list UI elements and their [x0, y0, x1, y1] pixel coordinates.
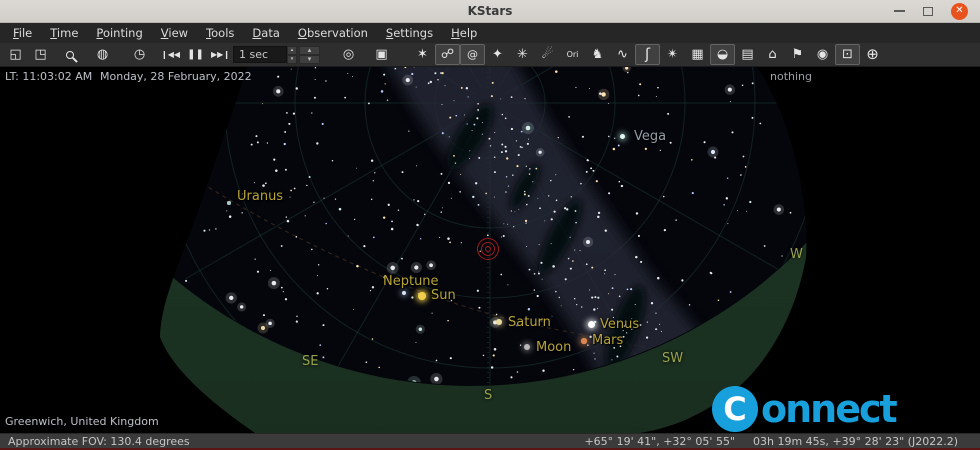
fits-viewer-button[interactable]: ▣	[369, 44, 394, 65]
time-unit-spinner-down[interactable]: ▾	[287, 54, 297, 64]
fov-status-text: Approximate FOV: 130.4 degrees	[8, 434, 190, 448]
dome-control-button[interactable]: ⌂	[760, 44, 785, 65]
object-label-sun[interactable]: Sun	[431, 288, 456, 303]
object-label-neptune[interactable]: Neptune	[383, 274, 439, 289]
compass-label-sw: SW	[662, 351, 684, 366]
menu-settings[interactable]: Settings	[377, 24, 442, 42]
time-forward-button[interactable]: ▶▶❙	[208, 44, 233, 65]
toggle-constellation-names-button[interactable]: Ori	[560, 44, 585, 65]
zoom-out-button[interactable]: ◳	[28, 44, 53, 65]
toggle-horizontal-grid-button[interactable]: ▦	[685, 44, 710, 65]
toggle-stars-button[interactable]: ✶	[410, 44, 435, 65]
toggle-equatorial-grid-button[interactable]: ✴	[660, 44, 685, 65]
fov-symbol-button[interactable]: ⊕	[860, 44, 885, 65]
maximize-icon[interactable]	[923, 6, 933, 16]
toggle-horizon-button[interactable]: ◒	[710, 44, 735, 65]
object-label-uranus[interactable]: Uranus	[237, 189, 283, 204]
find-object-button[interactable]	[57, 44, 82, 65]
minimize-icon[interactable]	[894, 10, 905, 12]
azalt-coordinates-text: +65° 19' 41", +32° 05' 55"	[584, 434, 735, 448]
toggle-deep-sky-button[interactable]: ☍	[435, 44, 460, 65]
focus-reticle-ring	[477, 238, 499, 260]
time-step-spinner[interactable]: ▴ ▾	[299, 45, 320, 64]
time-step-spinner-up[interactable]: ▴	[299, 45, 320, 55]
local-time-text: LT: 11:03:02 AM	[5, 70, 93, 83]
toggle-constellation-lines-button[interactable]: ✳	[510, 44, 535, 65]
time-rewind-button[interactable]: ❙◀◀	[158, 44, 183, 65]
toggle-planets-button[interactable]: ✦	[485, 44, 510, 65]
menu-file[interactable]: File	[4, 24, 41, 42]
object-marker-sun[interactable]	[418, 292, 426, 300]
date-text: Monday, 28 February, 2022	[100, 70, 252, 83]
window-controls: ✕	[894, 0, 968, 22]
time-step-field[interactable]: 1 sec	[233, 46, 287, 63]
object-label-saturn[interactable]: Saturn	[508, 315, 551, 330]
close-icon[interactable]: ✕	[951, 2, 968, 20]
menu-tools[interactable]: Tools	[197, 24, 243, 42]
object-marker-mars[interactable]	[581, 338, 587, 344]
location-text: Greenwich, United Kingdom	[5, 415, 159, 428]
object-marker-venus[interactable]	[587, 320, 595, 328]
magnifier-handle	[72, 57, 78, 63]
window-title: KStars	[467, 4, 513, 18]
menu-help[interactable]: Help	[442, 24, 486, 42]
time-unit-spinner-up[interactable]: ▴	[287, 45, 297, 55]
statusbar: Approximate FOV: 130.4 degrees +65° 19' …	[0, 433, 980, 450]
menu-pointing[interactable]: Pointing	[87, 24, 151, 42]
titlebar[interactable]: KStars ✕	[0, 0, 980, 23]
menu-data[interactable]: Data	[243, 24, 288, 42]
geolocation-button[interactable]: ◍	[90, 44, 115, 65]
menu-view[interactable]: View	[152, 24, 197, 42]
toggle-comets-button[interactable]: ☄	[535, 44, 560, 65]
focus-info-text: nothing	[770, 70, 812, 83]
object-label-venus[interactable]: Venus	[600, 317, 639, 332]
object-marker-vega[interactable]	[619, 133, 625, 139]
toggle-supernovae-button[interactable]: ◉	[810, 44, 835, 65]
toggle-galaxies-button[interactable]: @	[460, 44, 485, 65]
toggle-flags-button[interactable]: ⚑	[785, 44, 810, 65]
menubar: File Time Pointing View Tools Data Observation…	[0, 23, 980, 43]
time-pause-button[interactable]: ❚❚	[183, 44, 208, 65]
object-label-vega[interactable]: Vega	[634, 129, 666, 144]
menu-time[interactable]: Time	[41, 24, 87, 42]
zoom-in-button[interactable]: ◱	[3, 44, 28, 65]
radec-coordinates-text: 03h 19m 45s, +39° 28' 23" (J2022.2)	[753, 434, 958, 448]
whats-interesting-button[interactable]: ⊡	[835, 44, 860, 65]
object-marker-saturn[interactable]	[496, 319, 502, 325]
set-time-button[interactable]: ◷	[127, 44, 152, 65]
track-object-button[interactable]: ◎	[336, 44, 361, 65]
observing-list-button[interactable]: ▤	[735, 44, 760, 65]
compass-label-s: S	[484, 388, 493, 403]
toggle-milky-way-button[interactable]: ʃ	[635, 44, 660, 65]
compass-label-w: W	[790, 247, 803, 262]
time-step-spinner-down[interactable]: ▾	[299, 54, 320, 64]
kstars-window: KStars ✕ File Time Pointing View Tools Data Ob…	[0, 0, 980, 450]
sky-map[interactable]: Vega Uranus Neptune Sun Saturn Venus Mars Moon S…	[0, 67, 980, 433]
menu-observation[interactable]: Observation	[289, 24, 377, 42]
compass-label-se: SE	[302, 354, 319, 369]
toggle-constellation-art-button[interactable]: ♞	[585, 44, 610, 65]
object-label-moon[interactable]: Moon	[536, 340, 571, 355]
object-marker-uranus[interactable]	[227, 201, 231, 205]
object-label-mars[interactable]: Mars	[592, 333, 623, 348]
time-unit-spinner[interactable]: ▴ ▾	[287, 45, 297, 64]
toolbar: ◱ ◳ ◍ ◷ ❙◀◀ ❚❚ ▶▶❙ 1 sec ▴ ▾ ▴ ▾ ◎ ▣ ✶ ☍ @ ✦ ✳ ☄ Ori ♞ ∿ ʃ ✴ ▦ ◒ ▤ ⌂…	[0, 43, 980, 67]
toggle-constellation-boundaries-button[interactable]: ∿	[610, 44, 635, 65]
